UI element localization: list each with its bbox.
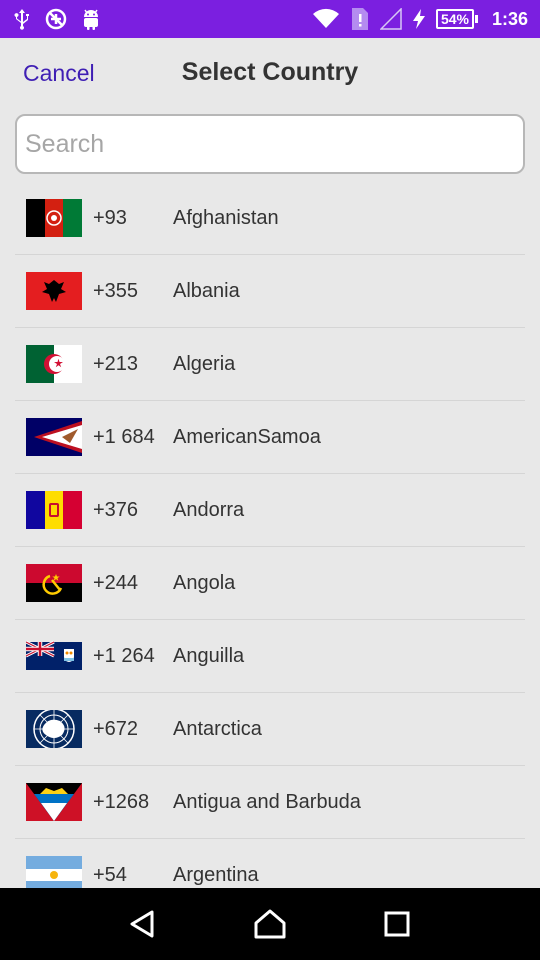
country-code: +1268 [93,790,150,813]
page-title: Select Country [181,58,359,86]
country-name: Argentina [173,863,259,886]
country-row-algeria[interactable]: +213 Algeria [15,328,525,401]
country-code: +376 [93,498,139,521]
no-sync-icon [44,7,68,31]
anguilla-flag-icon [26,637,82,675]
country-code: +93 [93,206,127,229]
country-code: +1 264 [93,644,155,667]
algeria-flag-icon [26,345,82,383]
antarctica-flag-icon [26,710,82,748]
country-row-anguilla[interactable]: +1 264 Anguilla [15,620,525,693]
search-input[interactable] [15,114,525,174]
country-name: Algeria [173,352,236,375]
antigua-and-barbuda-flag-icon [26,783,82,821]
country-name: Antigua and Barbuda [173,790,361,813]
country-code: +1 684 [93,425,155,448]
battery-level: 54% [435,9,474,29]
status-bar: 54% 1:36 [0,0,540,38]
andorra-flag-icon [26,491,82,529]
country-code: +213 [93,352,139,375]
country-list[interactable]: +93 Afghanistan +355 Albania +213 Algeri… [15,182,525,888]
country-code: +355 [93,279,139,302]
navigation-bar [0,888,540,960]
country-name: Antarctica [173,717,262,740]
country-row-angola[interactable]: +244 Angola [15,547,525,620]
back-icon [130,910,154,938]
home-icon [254,909,286,939]
american-samoa-flag-icon [26,418,82,456]
country-row-american-samoa[interactable]: +1 684 AmericanSamoa [15,401,525,474]
country-row-afghanistan[interactable]: +93 Afghanistan [15,182,525,255]
country-row-antarctica[interactable]: +672 Antarctica [15,693,525,766]
country-name: AmericanSamoa [173,425,321,448]
country-name: Albania [173,279,240,302]
clock: 1:36 [491,8,528,29]
country-row-argentina[interactable]: +54 Argentina [15,839,525,888]
usb-icon [12,8,32,30]
country-name: Afghanistan [173,206,279,229]
country-name: Angola [173,571,236,594]
search-box [15,114,525,174]
signal-icon [379,8,402,30]
android-icon [80,7,102,31]
country-code: +672 [93,717,139,740]
country-row-albania[interactable]: +355 Albania [15,255,525,328]
recents-button[interactable] [367,894,427,954]
argentina-flag-icon [26,856,82,888]
afghanistan-flag-icon [26,199,82,237]
recents-icon [384,911,410,937]
battery-icon: 54% [435,9,478,29]
charging-icon [412,8,426,30]
angola-flag-icon [26,564,82,602]
header: Cancel Select Country [0,38,540,110]
country-code: +54 [93,863,127,886]
country-name: Anguilla [173,644,245,667]
albania-flag-icon [26,272,82,310]
country-row-andorra[interactable]: +376 Andorra [15,474,525,547]
country-name: Andorra [173,498,245,521]
sim-alert-icon [350,7,370,31]
back-button[interactable] [113,894,173,954]
country-code: +244 [93,571,139,594]
country-row-antigua-and-barbuda[interactable]: +1268 Antigua and Barbuda [15,766,525,839]
home-button[interactable] [240,894,300,954]
wifi-icon [312,8,340,30]
